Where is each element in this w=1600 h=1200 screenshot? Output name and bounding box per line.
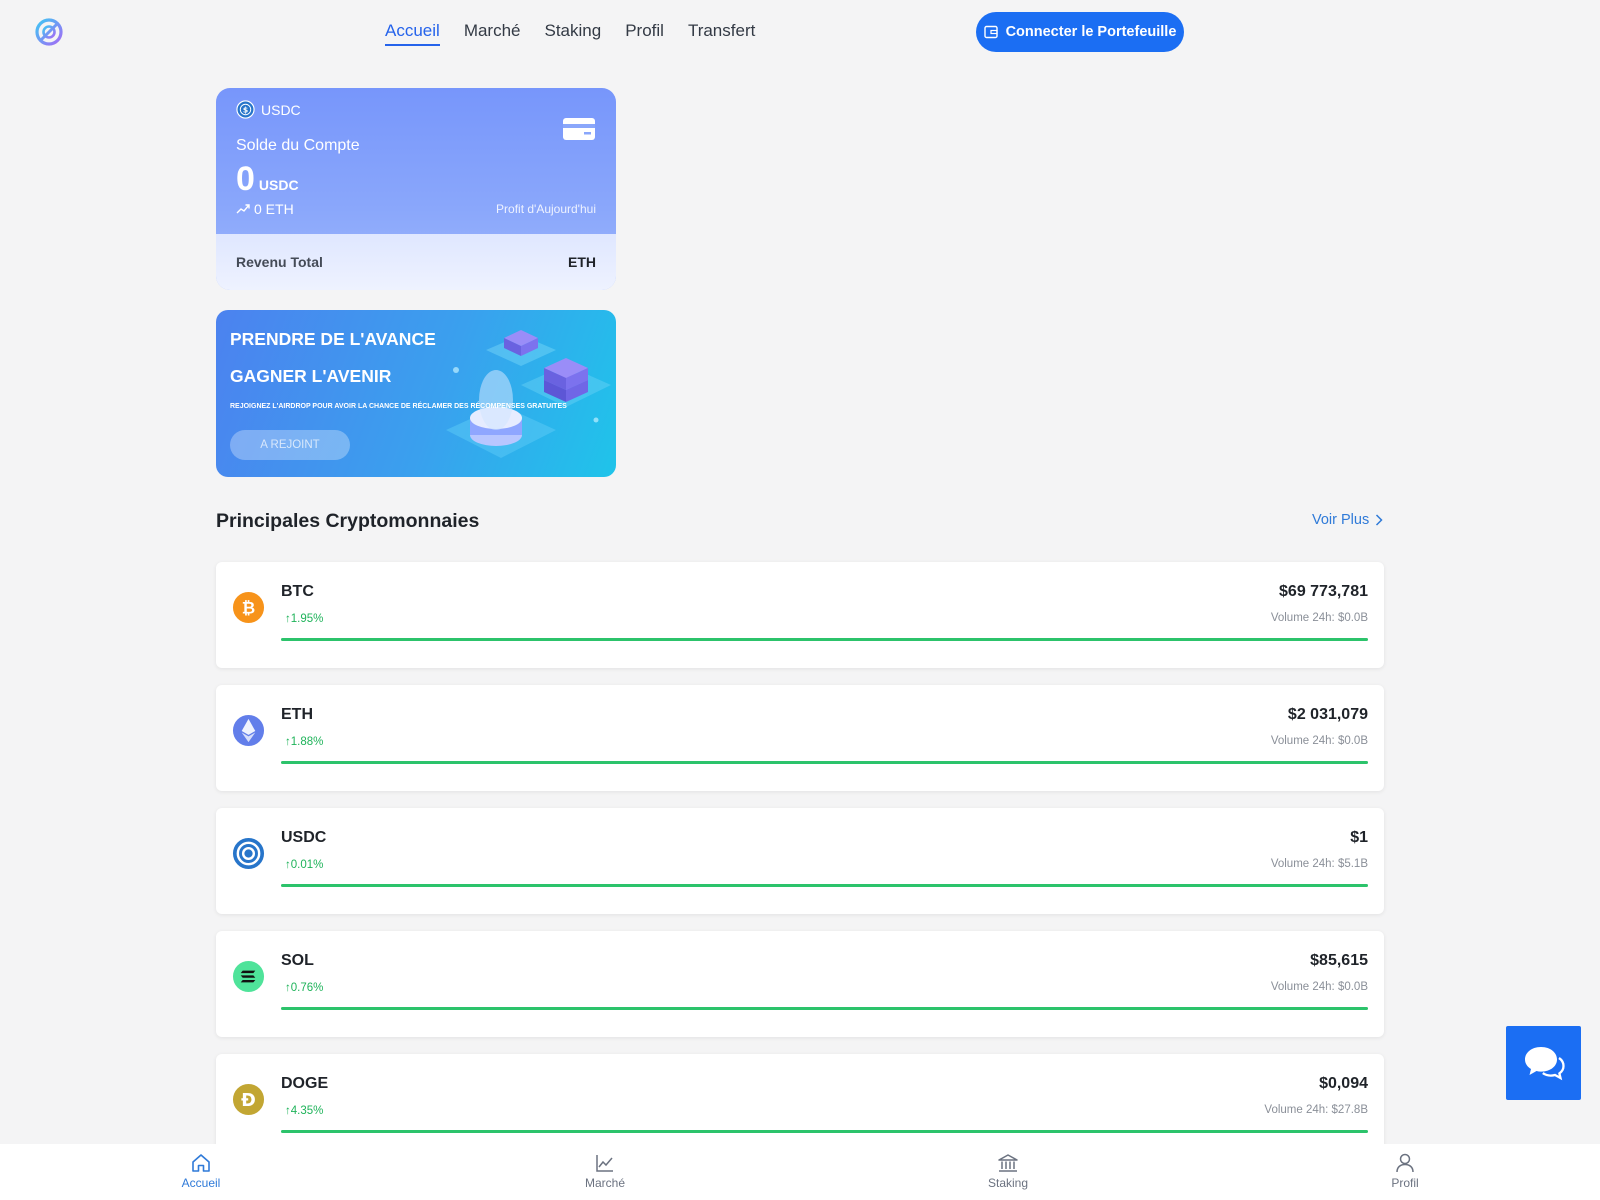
usdc-icon xyxy=(232,837,265,870)
chat-bubbles-icon xyxy=(1524,1047,1565,1081)
section-title: Principales Cryptomonnaies xyxy=(216,510,480,532)
total-revenue-value: ETH xyxy=(568,254,596,270)
eth-icon xyxy=(232,714,265,747)
chart-icon xyxy=(596,1155,613,1172)
bottom-nav-label: Staking xyxy=(987,1176,1029,1190)
nav-marche[interactable]: Marché xyxy=(464,20,521,46)
bottom-nav-staking[interactable]: Staking xyxy=(968,1152,1048,1190)
crypto-row-btc[interactable]: ₿ BTC ↑1.95% $69 773,781 Volume 24h: $0.… xyxy=(216,562,1384,668)
balance-amount-unit: USDC xyxy=(258,177,299,193)
coin-progress-fill xyxy=(281,638,1368,641)
total-revenue-label: Revenu Total xyxy=(236,254,323,270)
see-more-link[interactable]: Voir Plus xyxy=(1312,512,1383,528)
bottom-nav-profil[interactable]: Profil xyxy=(1365,1152,1445,1190)
coin-volume: Volume 24h: $27.8B xyxy=(1264,1104,1368,1116)
coin-volume: Volume 24h: $0.0B xyxy=(1270,612,1368,624)
nav-staking[interactable]: Staking xyxy=(545,20,602,46)
coin-change: ↑1.88% xyxy=(285,736,324,748)
see-more-label: Voir Plus xyxy=(1312,512,1370,528)
bank-icon xyxy=(998,1154,1018,1172)
sol-icon xyxy=(232,960,265,993)
usdc-icon: $ xyxy=(236,100,255,119)
coin-symbol: ETH xyxy=(281,706,313,723)
bottom-nav-label: Accueil xyxy=(181,1176,221,1190)
banner-title-2: GAGNER L'AVENIR xyxy=(230,366,392,386)
coin-symbol: USDC xyxy=(281,829,327,846)
balance-amount: 0 USDC xyxy=(236,162,299,196)
crypto-list: ₿ BTC ↑1.95% $69 773,781 Volume 24h: $0.… xyxy=(216,562,1384,1177)
coin-change: ↑0.01% xyxy=(285,859,324,871)
trend-up-icon xyxy=(236,204,250,214)
home-icon xyxy=(192,1154,210,1172)
coin-progress-bar xyxy=(281,1007,1368,1010)
coin-progress-fill xyxy=(281,884,1368,887)
join-airdrop-button[interactable]: A REJOINT xyxy=(230,430,350,460)
connect-wallet-label: Connecter le Portefeuille xyxy=(1005,24,1177,40)
coin-progress-bar xyxy=(281,761,1368,764)
nav-profil[interactable]: Profil xyxy=(625,20,664,46)
balance-eth: 0 ETH xyxy=(236,201,294,217)
banner-title-1: PRENDRE DE L'AVANCE xyxy=(230,329,436,349)
brand-logo-icon[interactable] xyxy=(34,17,64,47)
top-bar: Accueil Marché Staking Profil Transfert … xyxy=(0,0,1600,64)
crypto-row-eth[interactable]: ETH ↑1.88% $2 031,079 Volume 24h: $0.0B xyxy=(216,685,1384,791)
coin-change: ↑0.76% xyxy=(285,982,324,994)
svg-text:₿: ₿ xyxy=(242,598,255,617)
coin-change: ↑4.35% xyxy=(285,1105,324,1117)
credit-card-icon xyxy=(563,118,595,140)
chevron-right-icon xyxy=(1376,514,1383,526)
nav-accueil[interactable]: Accueil xyxy=(385,20,440,46)
coin-price: $1 xyxy=(1350,829,1368,846)
bottom-nav-accueil[interactable]: Accueil xyxy=(161,1152,241,1190)
balance-token-label: USDC xyxy=(261,101,301,118)
doge-icon: Ð xyxy=(232,1083,265,1116)
bottom-nav-marche[interactable]: Marché xyxy=(565,1152,645,1190)
balance-card: $ USDC Solde du Compte 0 USDC 0 ETH Prof… xyxy=(216,88,616,290)
coin-price: $0,094 xyxy=(1319,1075,1368,1092)
coin-progress-fill xyxy=(281,1007,1368,1010)
coin-symbol: BTC xyxy=(281,583,314,600)
coin-progress-bar xyxy=(281,884,1368,887)
coin-price: $85,615 xyxy=(1310,952,1368,969)
coin-price: $2 031,079 xyxy=(1287,706,1368,723)
total-revenue-row: Revenu Total ETH xyxy=(216,234,616,290)
coin-symbol: SOL xyxy=(281,952,314,969)
coin-volume: Volume 24h: $0.0B xyxy=(1270,735,1368,747)
crypto-row-usdc[interactable]: USDC ↑0.01% $1 Volume 24h: $5.1B xyxy=(216,808,1384,914)
wallet-icon xyxy=(983,25,998,39)
coin-price: $69 773,781 xyxy=(1279,583,1368,600)
connect-wallet-button[interactable]: Connecter le Portefeuille xyxy=(976,12,1184,52)
bottom-nav-label: Marché xyxy=(584,1176,625,1190)
balance-eth-value: 0 ETH xyxy=(254,201,294,217)
coin-progress-fill xyxy=(281,761,1368,764)
bottom-nav: Accueil Marché Staking Profil xyxy=(0,1144,1600,1200)
coin-volume: Volume 24h: $5.1B xyxy=(1270,858,1368,870)
bottom-nav-label: Profil xyxy=(1391,1176,1419,1190)
coin-symbol: DOGE xyxy=(281,1075,329,1092)
btc-icon: ₿ xyxy=(232,591,265,624)
coin-progress-bar xyxy=(281,638,1368,641)
user-icon xyxy=(1396,1153,1414,1173)
coin-progress-fill xyxy=(281,1130,1368,1133)
banner-subtitle: REJOIGNEZ L'AIRDROP POUR AVOIR LA CHANCE… xyxy=(230,403,567,410)
svg-text:Ð: Ð xyxy=(241,1091,256,1111)
balance-amount-value: 0 xyxy=(236,160,255,198)
coin-progress-bar xyxy=(281,1130,1368,1133)
coin-volume: Volume 24h: $0.0B xyxy=(1270,981,1368,993)
balance-token: $ USDC xyxy=(236,100,301,119)
svg-text:$: $ xyxy=(243,106,248,115)
main-nav: Accueil Marché Staking Profil Transfert xyxy=(385,20,755,46)
support-chat-button[interactable] xyxy=(1506,1026,1581,1100)
balance-label: Solde du Compte xyxy=(236,137,360,154)
today-profit-label: Profit d'Aujourd'hui xyxy=(496,202,596,216)
coin-change: ↑1.95% xyxy=(285,613,324,625)
nav-transfert[interactable]: Transfert xyxy=(688,20,755,46)
isometric-servers-illustration xyxy=(446,330,611,458)
crypto-row-sol[interactable]: SOL ↑0.76% $85,615 Volume 24h: $0.0B xyxy=(216,931,1384,1037)
airdrop-banner: PRENDRE DE L'AVANCE GAGNER L'AVENIR REJO… xyxy=(216,310,616,477)
